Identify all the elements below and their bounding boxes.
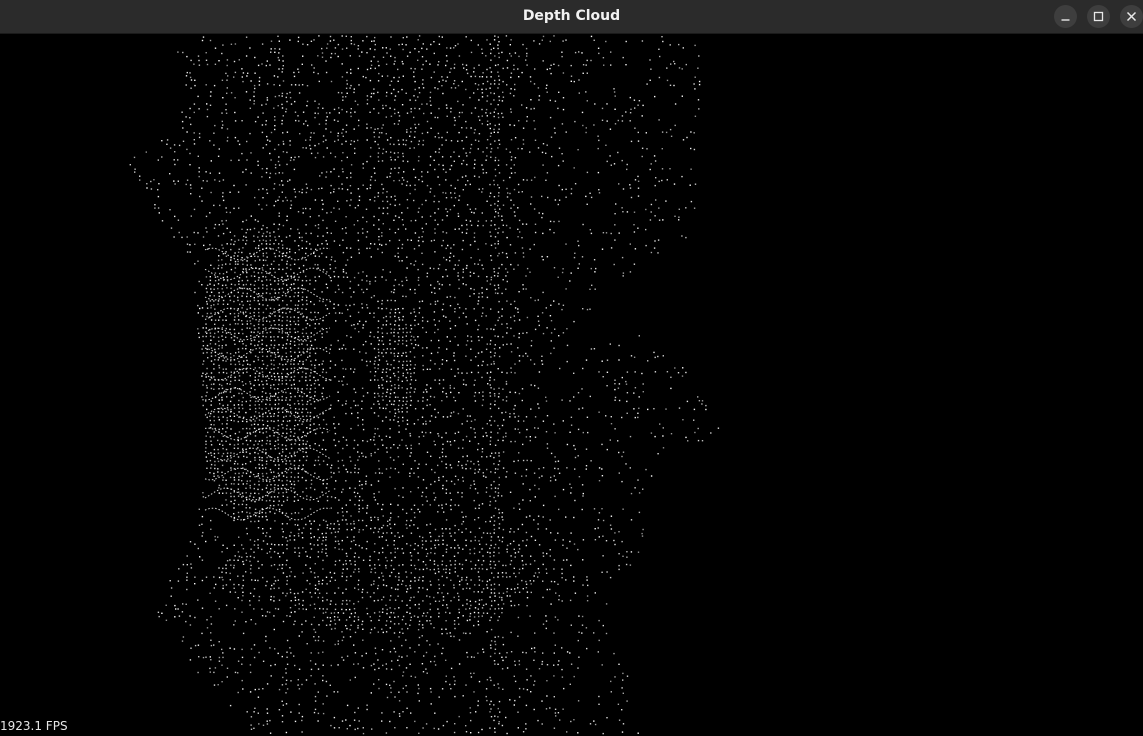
app-window: Depth Cloud 1923.1 FPS — [0, 0, 1143, 736]
maximize-icon — [1093, 11, 1104, 22]
window-title: Depth Cloud — [522, 8, 621, 24]
minimize-button[interactable] — [1054, 5, 1077, 28]
depth-cloud-viewport[interactable]: 1923.1 FPS — [0, 34, 1143, 736]
close-icon — [1126, 11, 1137, 22]
minimize-icon — [1061, 19, 1070, 21]
title-bar[interactable]: Depth Cloud — [0, 0, 1143, 34]
fps-counter: 1923.1 FPS — [0, 719, 68, 733]
maximize-button[interactable] — [1087, 5, 1110, 28]
close-button[interactable] — [1120, 5, 1143, 28]
point-cloud-render — [129, 35, 720, 735]
